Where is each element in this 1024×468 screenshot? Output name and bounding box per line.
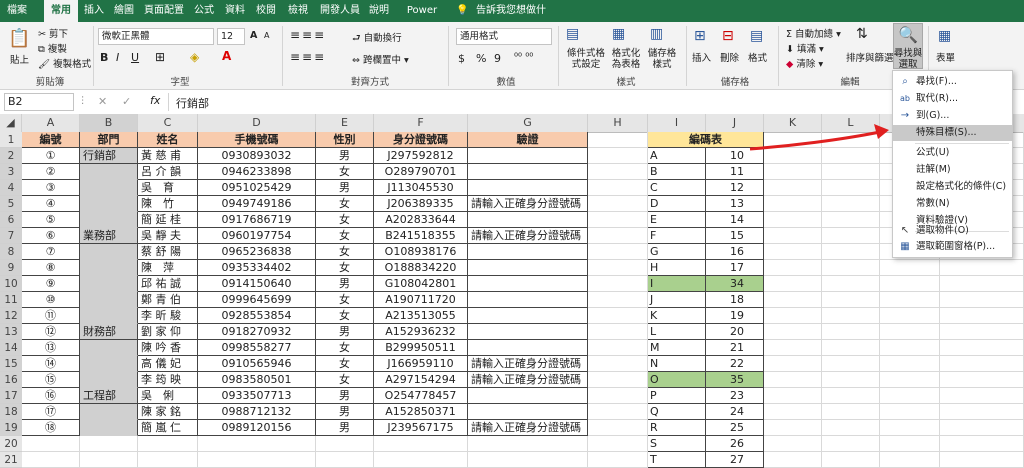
menu-item-label: 設定格式化的條件(C) — [916, 181, 1007, 192]
red-arrow-annotation — [749, 124, 889, 151]
menu-item-selection-pane[interactable]: ▦ 選取範圍窗格(P)... — [893, 239, 1012, 255]
empty-cell[interactable] — [588, 452, 648, 468]
selection-pane-icon: ▦ — [900, 241, 910, 252]
code-letter-cell[interactable]: S — [648, 436, 706, 452]
empty-cell[interactable] — [198, 436, 316, 452]
find-select-menu: ⌕ 尋找(F)... ab 取代(R)... → 到(G)... 特殊目標(S)...… — [892, 70, 1013, 258]
empty-cell[interactable] — [80, 436, 138, 452]
empty-cell[interactable] — [880, 436, 940, 452]
row-header[interactable]: 21 — [0, 452, 22, 468]
menu-item-comments[interactable]: 註解(M) — [893, 162, 1012, 178]
menu-item-label: 特殊目標(S)... — [916, 127, 977, 138]
empty-cell[interactable] — [316, 452, 374, 468]
search-icon: ⌕ — [902, 76, 908, 87]
menu-item-constants[interactable]: 常數(N) — [893, 196, 1012, 212]
empty-cell[interactable] — [880, 452, 940, 468]
empty-cell[interactable] — [822, 452, 880, 468]
code-letter-cell[interactable]: T — [648, 452, 706, 468]
empty-cell[interactable] — [588, 436, 648, 452]
code-number-cell[interactable]: 26 — [706, 436, 764, 452]
empty-cell[interactable] — [22, 436, 80, 452]
menu-item-find[interactable]: ⌕ 尋找(F)... — [893, 74, 1012, 90]
code-number-cell[interactable]: 27 — [706, 452, 764, 468]
empty-cell[interactable] — [940, 436, 1024, 452]
empty-cell[interactable] — [764, 436, 822, 452]
menu-item-label: 註解(M) — [916, 164, 951, 175]
arrow-line — [749, 130, 881, 151]
menu-item-conditional-formatting[interactable]: 設定格式化的條件(C) — [893, 179, 1012, 195]
cursor-icon: ↖ — [900, 225, 910, 236]
menu-item-select-objects[interactable]: ↖ 選取物件(O) — [893, 223, 1012, 239]
empty-cell[interactable] — [468, 436, 588, 452]
menu-item-label: 公式(U) — [916, 147, 950, 158]
menu-item-replace[interactable]: ab 取代(R)... — [893, 91, 1012, 107]
menu-item-label: 尋找(F)... — [916, 76, 957, 87]
empty-cell[interactable] — [138, 436, 198, 452]
menu-item-formulas[interactable]: 公式(U) — [893, 145, 1012, 161]
empty-cell[interactable] — [80, 452, 138, 468]
menu-item-label: 到(G)... — [916, 110, 950, 121]
row-header[interactable]: 20 — [0, 436, 22, 452]
empty-cell[interactable] — [22, 452, 80, 468]
empty-cell[interactable] — [468, 452, 588, 468]
empty-cell[interactable] — [940, 452, 1024, 468]
replace-icon: ab — [900, 94, 910, 103]
menu-item-goto[interactable]: → 到(G)... — [893, 108, 1012, 124]
arrow-right-icon: → — [900, 110, 910, 121]
empty-cell[interactable] — [198, 452, 316, 468]
empty-cell[interactable] — [374, 436, 468, 452]
menu-item-label: 常數(N) — [916, 198, 950, 209]
empty-cell[interactable] — [316, 436, 374, 452]
empty-cell[interactable] — [138, 452, 198, 468]
menu-separator — [915, 143, 1009, 144]
menu-item-goto-special[interactable]: 特殊目標(S)... — [893, 125, 1012, 141]
menu-item-label: 選取範圍窗格(P)... — [916, 241, 996, 252]
empty-cell[interactable] — [764, 452, 822, 468]
empty-cell[interactable] — [374, 452, 468, 468]
arrow-head-icon — [874, 124, 889, 139]
menu-item-label: 選取物件(O) — [916, 225, 969, 236]
menu-item-label: 取代(R)... — [916, 93, 959, 104]
empty-cell[interactable] — [822, 436, 880, 452]
